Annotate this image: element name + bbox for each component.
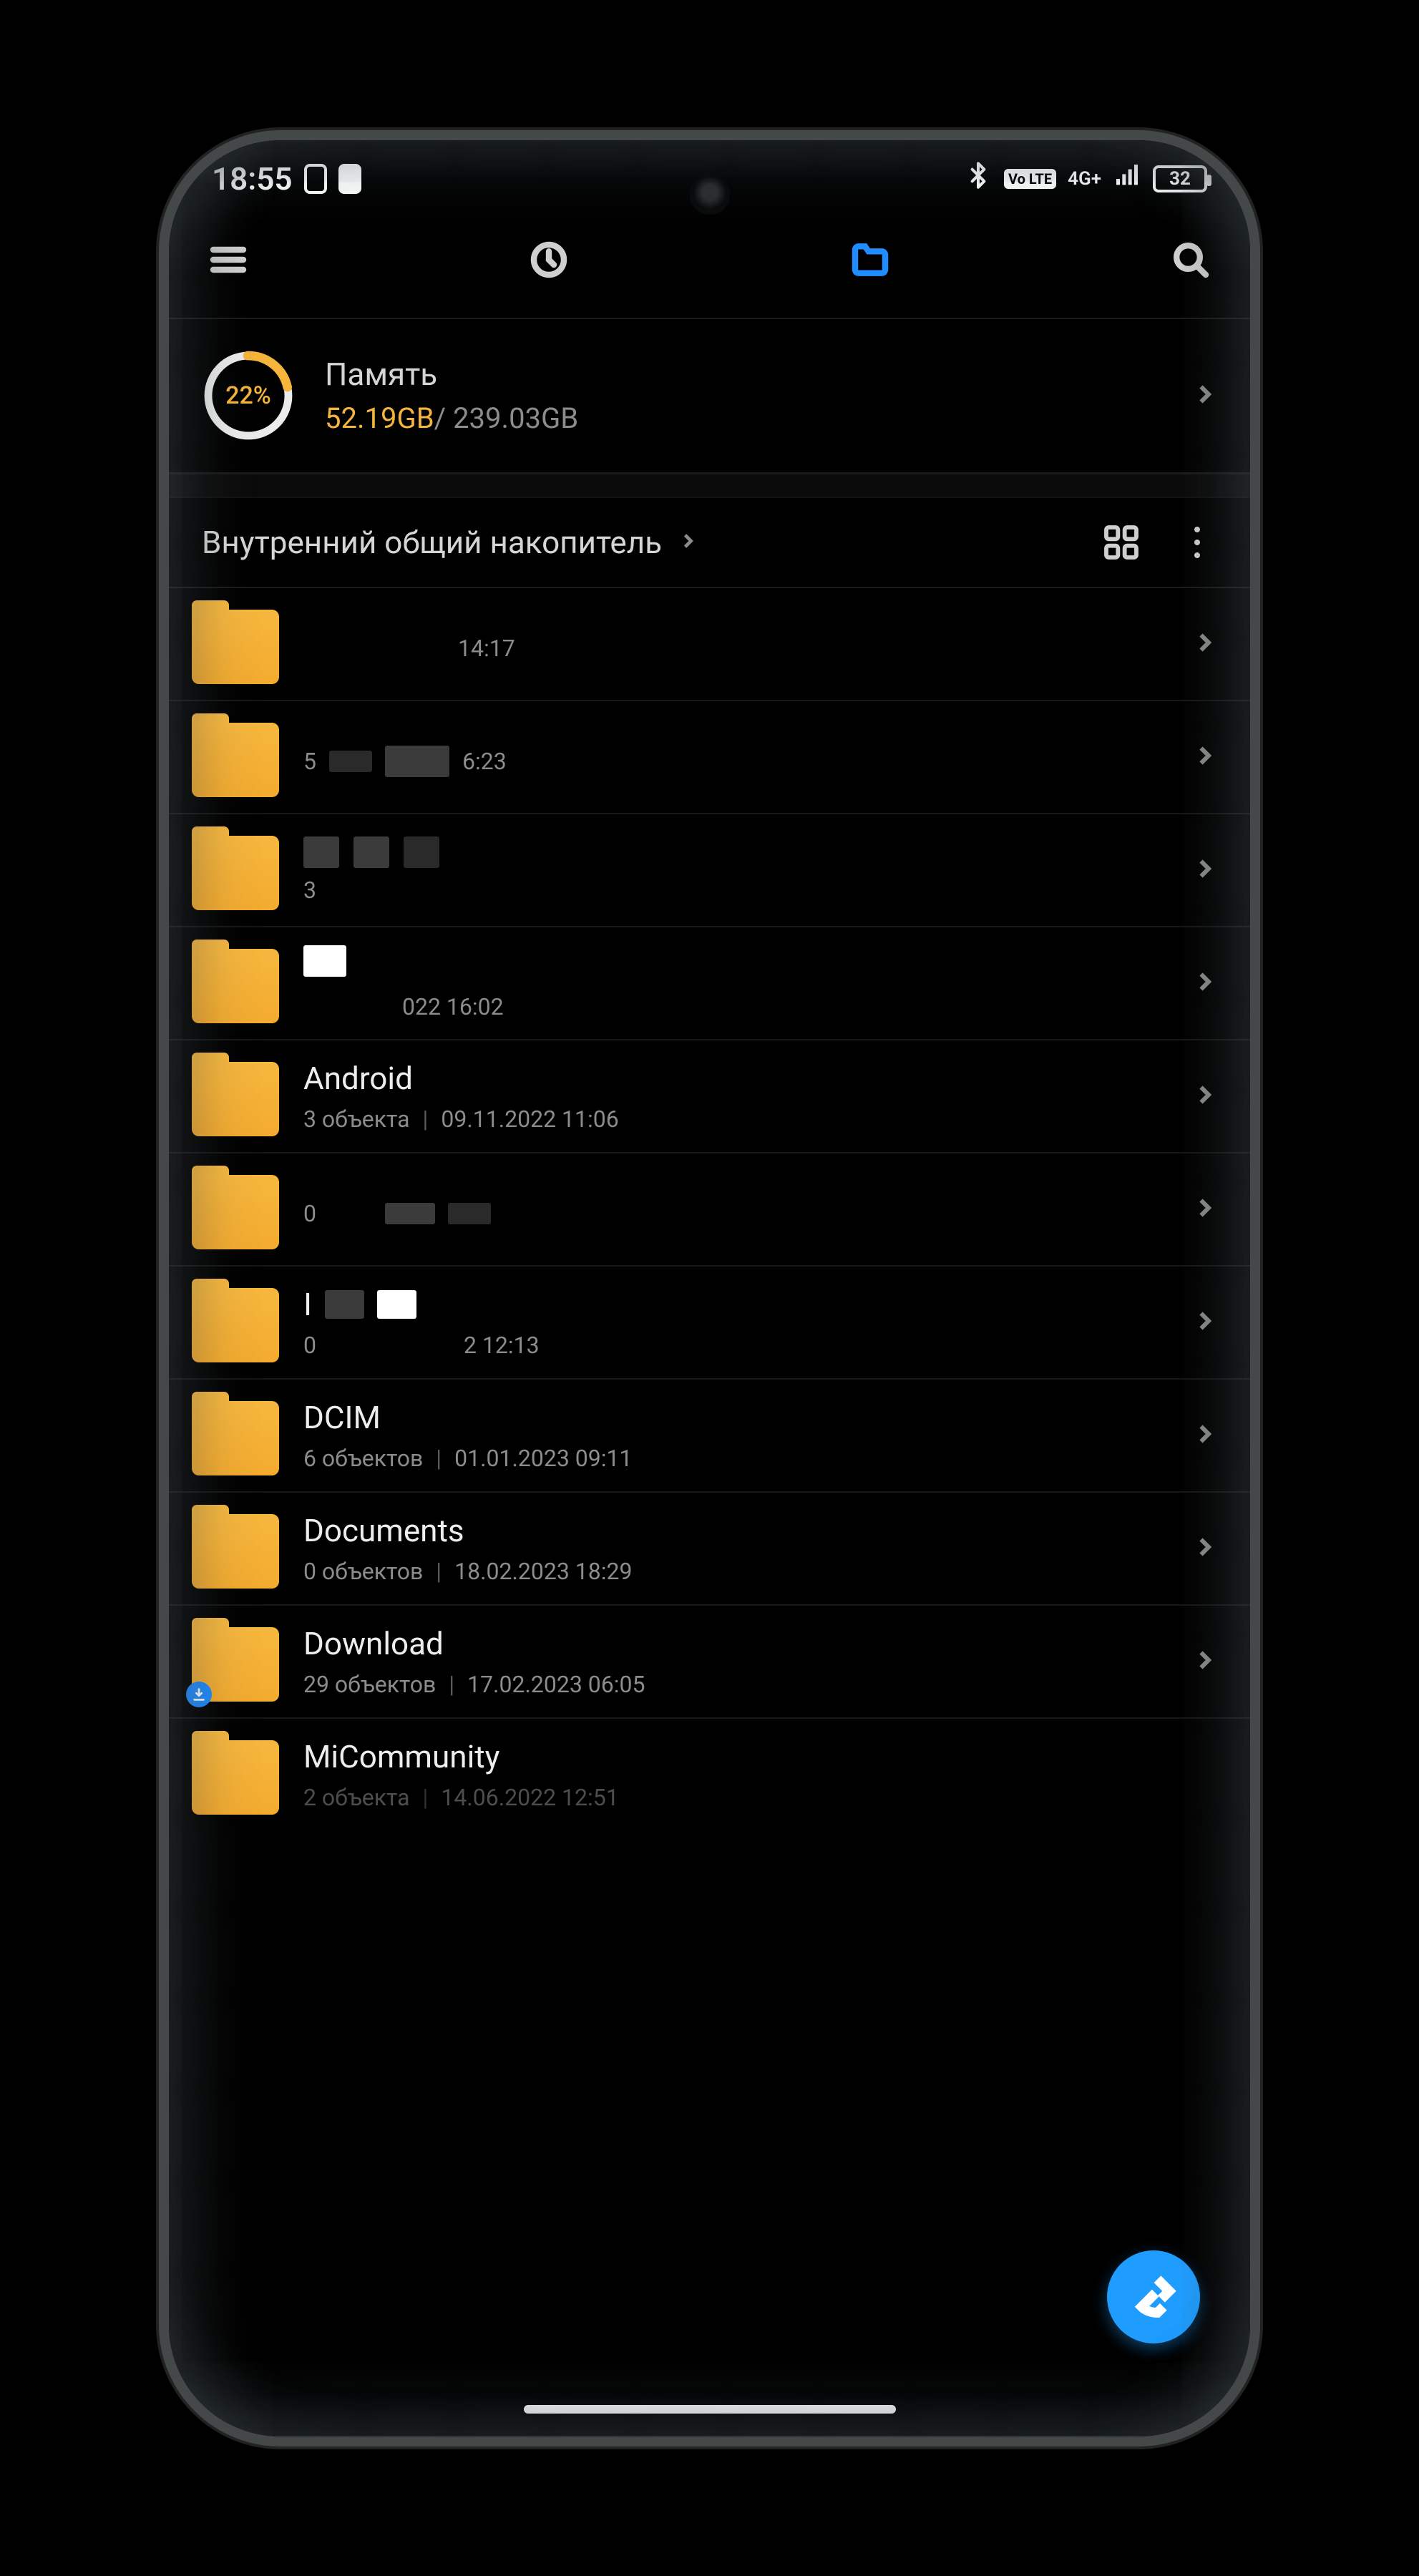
files-tab-icon[interactable] [844, 233, 897, 286]
clean-fab-button[interactable] [1107, 2250, 1200, 2343]
folder-row[interactable]: 5 6:23 [169, 701, 1250, 814]
gesture-bar[interactable] [524, 2405, 896, 2414]
folder-name: Download [303, 1625, 1167, 1662]
folder-icon [192, 1514, 279, 1589]
folder-icon [192, 949, 279, 1023]
grid-view-icon[interactable] [1101, 522, 1141, 562]
chevron-right-icon [1191, 1534, 1217, 1563]
storage-ring: 22% [202, 349, 295, 442]
folder-row[interactable]: I 0 2 12:13 [169, 1267, 1250, 1380]
folder-count: 29 объектов [303, 1671, 436, 1698]
chevron-right-icon [1191, 1195, 1217, 1224]
recent-tab-icon[interactable] [522, 233, 575, 286]
section-gap [169, 474, 1250, 498]
bluetooth-icon [964, 160, 993, 197]
folder-date: 6:23 [462, 748, 507, 775]
folder-icon [192, 1288, 279, 1362]
chevron-right-icon [678, 531, 698, 554]
folder-row[interactable]: 0 [169, 1153, 1250, 1267]
folder-row[interactable]: MiCommunity 2 объекта| 14.06.2022 12:51 [169, 1719, 1250, 1820]
chevron-right-icon [1191, 969, 1217, 997]
folder-icon [192, 1401, 279, 1475]
storage-used: 52.19GB [325, 401, 434, 435]
folder-row[interactable]: 3 [169, 814, 1250, 927]
folder-row[interactable]: Documents 0 объектов| 18.02.2023 18:29 [169, 1493, 1250, 1606]
file-list: 14:17 5 6:23 [169, 588, 1250, 2436]
status-indicator-solid [338, 164, 361, 194]
folder-date: 17.02.2023 06:05 [467, 1671, 645, 1698]
folder-count: 0 объектов [303, 1558, 423, 1585]
folder-icon [192, 1627, 279, 1702]
broom-icon [1130, 2273, 1177, 2321]
folder-count: 6 объектов [303, 1445, 423, 1472]
screen: 18:55 Vo LTE 4G+ 32 [169, 140, 1250, 2436]
status-time: 18:55 [212, 160, 293, 197]
folder-row[interactable]: DCIM 6 объектов| 01.01.2023 09:11 [169, 1380, 1250, 1493]
folder-name: MiCommunity [303, 1738, 1217, 1775]
folder-icon [192, 723, 279, 797]
folder-date: 14.06.2022 12:51 [441, 1784, 618, 1811]
folder-date: 2 12:13 [464, 1332, 540, 1359]
folder-icon [192, 1740, 279, 1815]
folder-icon [192, 610, 279, 684]
storage-title: Память [325, 356, 578, 393]
folder-name: DCIM [303, 1399, 1167, 1436]
folder-name: I [303, 1286, 1167, 1323]
storage-panel[interactable]: 22% Память 52.19GB/ 239.03GB [169, 319, 1250, 474]
chevron-right-icon [1191, 1421, 1217, 1450]
chevron-right-icon [1191, 1082, 1217, 1111]
chevron-right-icon [1191, 630, 1217, 658]
folder-date: 022 16:02 [402, 993, 504, 1020]
storage-sep: / [434, 401, 447, 435]
breadcrumb[interactable]: Внутренний общий накопитель [169, 498, 1250, 588]
storage-text: Память 52.19GB/ 239.03GB [325, 356, 578, 435]
download-badge-icon [186, 1682, 212, 1707]
breadcrumb-label: Внутренний общий накопитель [202, 524, 662, 561]
folder-row[interactable]: 14:17 [169, 588, 1250, 701]
top-nav [169, 202, 1250, 318]
folder-name [303, 945, 1167, 985]
chevron-right-icon [1191, 1308, 1217, 1337]
storage-total: 239.03GB [446, 401, 578, 435]
folder-date: 09.11.2022 11:06 [441, 1106, 618, 1133]
folder-row[interactable]: Download 29 объектов| 17.02.2023 06:05 [169, 1606, 1250, 1719]
side-button-lower [1256, 992, 1260, 1264]
side-button-upper [1256, 720, 1260, 906]
folder-icon [192, 1175, 279, 1249]
volte-badge: Vo LTE [1004, 169, 1056, 189]
search-icon[interactable] [1164, 233, 1217, 286]
hamburger-menu-icon[interactable] [202, 233, 255, 286]
phone-frame: 18:55 Vo LTE 4G+ 32 [159, 130, 1260, 2446]
folder-icon [192, 1062, 279, 1136]
signal-label: 4G+ [1068, 168, 1101, 190]
status-indicator-outline [304, 164, 327, 194]
folder-date: 14:17 [458, 635, 515, 662]
folder-count: 3 объекта [303, 1106, 410, 1133]
folder-name: Android [303, 1060, 1167, 1097]
folder-row[interactable]: 022 16:02 [169, 927, 1250, 1040]
storage-percent: 22% [202, 349, 295, 442]
folder-name [303, 836, 1167, 868]
folder-icon [192, 836, 279, 910]
chevron-right-icon [1191, 1647, 1217, 1676]
folder-name: Documents [303, 1512, 1167, 1549]
folder-row[interactable]: Android 3 объекта| 09.11.2022 11:06 [169, 1040, 1250, 1153]
chevron-right-icon [1191, 856, 1217, 884]
chevron-right-icon [1191, 381, 1217, 410]
chevron-right-icon [1191, 743, 1217, 771]
front-camera [690, 175, 730, 215]
folder-date: 18.02.2023 18:29 [454, 1558, 632, 1585]
signal-bars-icon [1113, 160, 1141, 197]
battery-indicator: 32 [1153, 165, 1207, 192]
more-vertical-icon[interactable] [1177, 522, 1217, 562]
folder-date: 01.01.2023 09:11 [454, 1445, 632, 1472]
folder-count: 2 объекта [303, 1784, 410, 1811]
